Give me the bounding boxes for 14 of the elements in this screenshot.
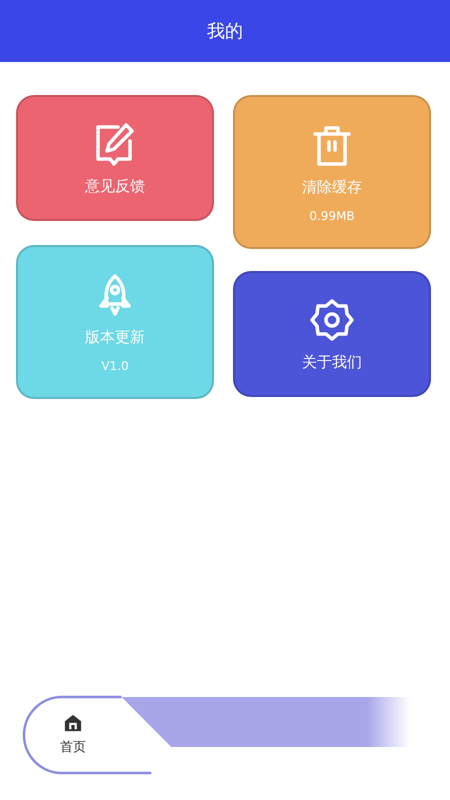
settings-icon xyxy=(309,296,355,342)
menu-tile[interactable]: 清除缓存 0.99MB xyxy=(233,95,431,249)
menu-tile[interactable]: 关于我们 xyxy=(233,271,431,397)
menu-tile[interactable]: 意见反馈 xyxy=(16,95,214,221)
home-icon xyxy=(64,714,82,732)
tile-detail: 0.99MB xyxy=(309,208,355,222)
home-tab[interactable]: 首页 xyxy=(56,710,90,760)
tile-label: 意见反馈 xyxy=(85,176,145,196)
tile-label: 清除缓存 xyxy=(302,178,362,196)
tile-detail: V1.0 xyxy=(101,358,129,372)
page-title: 我的 xyxy=(207,20,243,43)
tile-label: 关于我们 xyxy=(302,352,362,372)
menu-tile[interactable]: 版本更新 V1.0 xyxy=(16,245,214,399)
tile-label: 版本更新 xyxy=(85,328,145,346)
